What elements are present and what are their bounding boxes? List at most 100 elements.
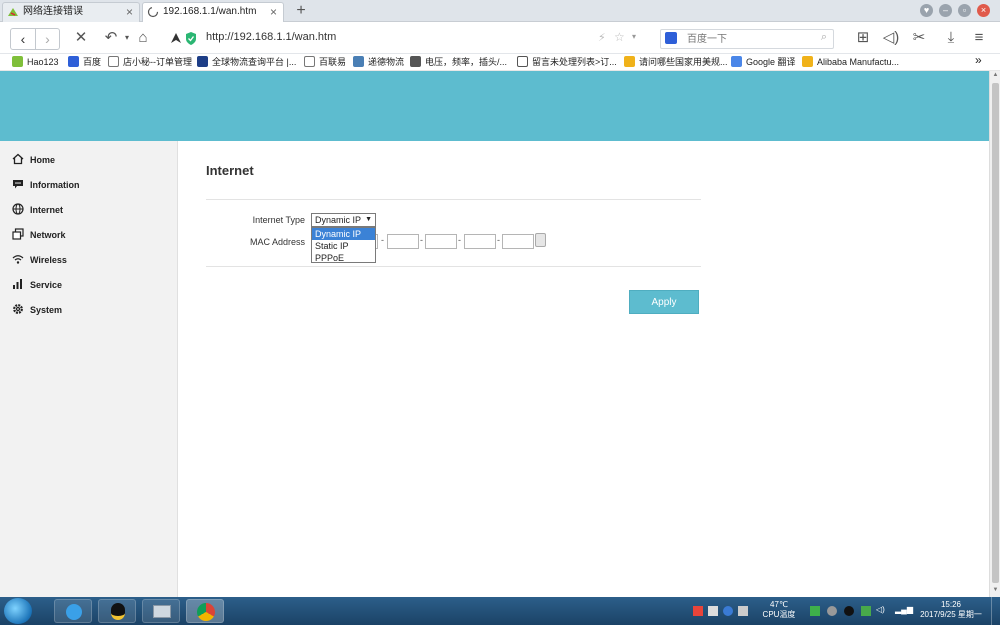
scroll-thumb[interactable] — [992, 83, 999, 583]
speaker-icon[interactable]: ◁) — [880, 28, 902, 48]
star-icon[interactable]: ☆ — [614, 30, 625, 44]
taskbar-app-explorer[interactable] — [142, 599, 180, 623]
scroll-up-icon[interactable]: ▲ — [991, 72, 1000, 81]
bookmark-alibaba[interactable]: Alibaba Manufactu... — [802, 56, 899, 69]
help-icon[interactable] — [723, 606, 733, 616]
bookmark-dianxiaomi[interactable]: 店小秘--订单管理 — [108, 56, 192, 69]
address-bar[interactable]: http://192.168.1.1/wan.htm ⚡ ☆ ▾ — [168, 28, 646, 50]
keyboard-icon[interactable] — [708, 606, 718, 616]
bookmark-baidu[interactable]: 百度 — [68, 56, 101, 69]
bookmark-dide[interactable]: 递德物流 — [353, 56, 404, 69]
bookmark-google-translate[interactable]: Google 翻译 — [731, 56, 796, 69]
bookmark-logistics[interactable]: 全球物流查询平台 |... — [197, 56, 296, 69]
main-content: Internet Internet Type Dynamic IP ▼ Dyna… — [178, 141, 989, 597]
taskbar: 47℃ CPU温度 ◁) ▂▄▆ 15:26 2017/9/25 星期一 — [0, 597, 1000, 625]
show-desktop-button[interactable] — [991, 597, 1000, 625]
sidebar-item-wireless[interactable]: Wireless — [12, 252, 67, 268]
search-input[interactable] — [687, 32, 811, 46]
tray-icon[interactable] — [693, 606, 703, 616]
search-icon[interactable]: ⌕ — [821, 31, 827, 44]
apply-button[interactable]: Apply — [629, 290, 699, 314]
internet-type-select[interactable]: Dynamic IP ▼ — [311, 213, 376, 227]
mac-field-4[interactable] — [464, 234, 496, 249]
scroll-down-icon[interactable]: ▼ — [991, 587, 1000, 596]
t-icon — [517, 56, 528, 67]
option-dynamic-ip[interactable]: Dynamic IP — [312, 228, 375, 240]
tab-title: 192.168.1.1/wan.htm — [163, 6, 257, 17]
bookmark-hao123[interactable]: Hao123 — [12, 56, 59, 69]
search-box[interactable]: ⌕ — [660, 29, 834, 49]
volume-icon[interactable]: ◁) — [876, 605, 885, 615]
signal-icon[interactable]: ▂▄▆ — [895, 605, 913, 615]
option-static-ip[interactable]: Static IP — [312, 240, 375, 252]
new-tab-button[interactable]: + — [288, 2, 314, 22]
close-icon[interactable]: × — [270, 3, 277, 21]
globe-icon — [12, 203, 24, 215]
pencil-icon — [802, 56, 813, 67]
translate-icon — [731, 56, 742, 67]
bookmarks-more-button[interactable]: » — [975, 54, 982, 67]
loading-icon — [147, 6, 159, 18]
forward-icon[interactable]: › — [35, 29, 59, 49]
header-banner — [0, 71, 989, 141]
chat-icon — [13, 180, 23, 189]
extensions-icon[interactable]: ⊞ — [852, 28, 874, 48]
sidebar-item-internet[interactable]: Internet — [12, 202, 63, 218]
sidebar-item-network[interactable]: Network — [12, 227, 66, 243]
bookmark-voltage[interactable]: 电压，频率，插头/... — [410, 56, 507, 69]
bookmark-bailianyi[interactable]: 百联易 — [304, 56, 346, 69]
network-tray-icon[interactable] — [827, 606, 837, 616]
taskbar-app-browser[interactable] — [54, 599, 92, 623]
tab-error[interactable]: 网络连接错误 × — [2, 2, 140, 22]
network-icon — [12, 228, 24, 240]
security-icon[interactable] — [810, 606, 820, 616]
router-page: Home Information Internet Network Wirele… — [0, 71, 989, 597]
page-scrollbar[interactable]: ▲ ▼ — [989, 71, 1000, 597]
qq-tray-icon[interactable] — [844, 606, 854, 616]
home-icon[interactable]: ⌂ — [132, 28, 154, 48]
seventeen-icon — [197, 56, 208, 67]
restore-icon[interactable]: ▫ — [958, 4, 971, 17]
sidebar-item-home[interactable]: Home — [12, 152, 55, 168]
minimize-icon[interactable]: – — [939, 4, 952, 17]
mac-address-label: MAC Address — [249, 237, 305, 247]
browser-icon — [66, 604, 82, 620]
plane-icon — [353, 56, 364, 67]
option-pppoe[interactable]: PPPoE — [312, 252, 375, 264]
speed-icon — [171, 33, 181, 43]
bookmark-messages[interactable]: 留言未处理列表>订... — [517, 56, 617, 69]
mac-field-2[interactable] — [387, 234, 419, 249]
mac-clone-button[interactable] — [535, 233, 546, 247]
clock[interactable]: 15:26 2017/9/25 星期一 — [916, 600, 986, 620]
tab-wan[interactable]: 192.168.1.1/wan.htm × — [142, 2, 284, 22]
divider — [206, 199, 701, 200]
window-close-icon[interactable]: × — [977, 4, 990, 17]
mac-separator: - — [458, 235, 461, 245]
tray-icon[interactable] — [861, 606, 871, 616]
chrome-icon — [197, 603, 215, 621]
close-icon[interactable]: × — [126, 3, 133, 21]
sidebar-item-information[interactable]: Information — [12, 177, 80, 193]
stop-icon[interactable]: ✕ — [70, 28, 92, 48]
chevron-down-icon[interactable]: ▾ — [632, 32, 636, 41]
mac-field-3[interactable] — [425, 234, 457, 249]
sidebar-item-system[interactable]: System — [12, 302, 62, 318]
taskbar-app-chrome[interactable] — [186, 599, 224, 623]
back-icon[interactable]: ‹ — [11, 29, 35, 49]
baidu-icon — [665, 32, 677, 44]
tab-strip: 网络连接错误 × 192.168.1.1/wan.htm × + ♥ – ▫ × — [0, 0, 1000, 22]
lightning-icon[interactable]: ⚡ — [598, 31, 606, 44]
sidebar-item-service[interactable]: Service — [12, 277, 62, 293]
scissors-icon[interactable]: ✂ — [908, 28, 930, 48]
taskbar-app-qq[interactable] — [98, 599, 136, 623]
start-button[interactable] — [4, 598, 32, 624]
skin-icon[interactable]: ♥ — [920, 4, 933, 17]
download-icon[interactable]: ⤓ — [940, 28, 962, 48]
mac-field-5[interactable] — [502, 234, 534, 249]
bookmark-question[interactable]: 请问哪些国家用美规... — [624, 56, 728, 69]
menu-icon[interactable]: ≡ — [968, 28, 990, 48]
wifi-icon — [12, 255, 24, 264]
url-text[interactable]: http://192.168.1.1/wan.htm — [206, 31, 336, 43]
baidu-icon — [68, 56, 79, 67]
tray-icon[interactable] — [738, 606, 748, 616]
